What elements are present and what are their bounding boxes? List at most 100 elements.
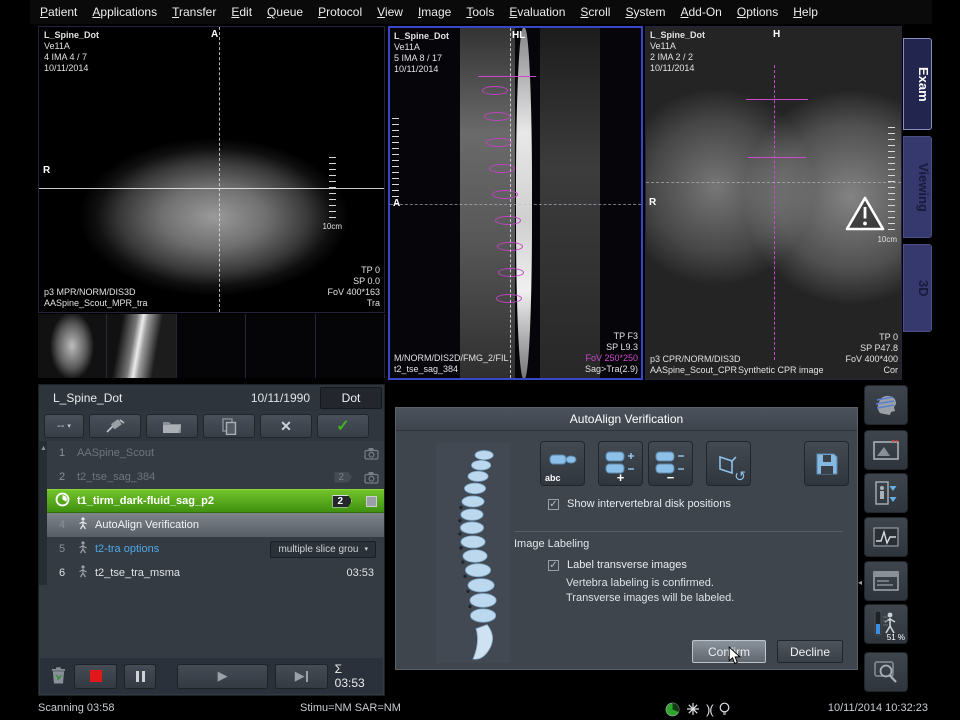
status-message-1: Vertebra labeling is confirmed. xyxy=(566,577,714,589)
table-position-button[interactable] xyxy=(864,473,908,513)
checkbox-label: Label transverse images xyxy=(567,559,687,571)
apply-confirm-button[interactable]: ✓ xyxy=(317,414,369,438)
total-scan-time: Σ 03:53 xyxy=(335,662,373,690)
viewport-sagittal[interactable]: L_Spine_DotVe11A5 IMA 8 / 1710/11/2014 H… xyxy=(388,26,643,380)
menu-patient[interactable]: Patient xyxy=(40,5,77,19)
thumbnail-1[interactable] xyxy=(38,314,107,378)
menu-help[interactable]: Help xyxy=(793,5,818,19)
physio-signal-button[interactable] xyxy=(864,517,908,557)
remove-vertebra-button[interactable]: − xyxy=(648,441,693,486)
menu-tools[interactable]: Tools xyxy=(466,5,494,19)
pending-person-icon xyxy=(77,565,95,581)
disk-overlay xyxy=(496,294,522,303)
copy-reference-button[interactable] xyxy=(203,414,255,438)
trash-icon[interactable] xyxy=(50,666,67,686)
step-number: 5 xyxy=(47,543,77,555)
disk-overlay xyxy=(492,190,518,199)
image-text-bottomleft: M/NORM/DIS2D/FMG_2/FILt2_tse_sag_384 xyxy=(394,353,509,375)
thumbnail-4[interactable] xyxy=(246,314,315,378)
reference-vertical-line[interactable] xyxy=(510,28,511,378)
thumbnail-3[interactable] xyxy=(177,314,246,378)
image-text-bottomleft: p3 MPR/NORM/DIS3DAASpine_Scout_MPR_tra xyxy=(44,287,148,309)
syringe-icon xyxy=(105,418,125,434)
protocol-row-2[interactable]: 2 t2_tse_sag_384 2 xyxy=(47,465,384,489)
step-number: 4 xyxy=(47,519,77,531)
add-vertebra-button[interactable]: + xyxy=(598,441,643,486)
reference-horizontal-line[interactable] xyxy=(390,204,641,205)
menu-transfer[interactable]: Transfer xyxy=(172,5,216,19)
slice-group-dropdown[interactable]: multiple slice grou ▾ xyxy=(270,541,376,558)
scale-label: 10cm xyxy=(322,222,342,231)
undo-icon: ↺ xyxy=(734,468,746,485)
thumbnail-strip xyxy=(38,314,385,378)
pause-scan-button[interactable] xyxy=(124,664,156,689)
crosshair-vertical-line[interactable] xyxy=(219,27,220,312)
image-labeling-heading: Image Labeling xyxy=(514,538,589,550)
scanning-status: Scanning 03:58 xyxy=(38,702,114,714)
skip-scan-button[interactable]: ▶ xyxy=(275,664,328,689)
worklist-combo-button[interactable]: -- ▾ xyxy=(44,414,84,438)
menu-queue[interactable]: Queue xyxy=(267,5,303,19)
menu-addon[interactable]: Add-On xyxy=(680,5,721,19)
head-coil-icon xyxy=(873,392,899,418)
cancel-measurement-button[interactable]: ✕ xyxy=(260,414,312,438)
checkbox-checked-icon[interactable]: ✓ xyxy=(548,499,559,510)
protocol-row-1[interactable]: 1 AASpine_Scout xyxy=(47,441,384,465)
menu-options[interactable]: Options xyxy=(737,5,778,19)
menu-applications[interactable]: Applications xyxy=(92,5,157,19)
spinal-canal-band xyxy=(516,28,532,378)
layout-icon xyxy=(873,571,899,591)
disk-overlay xyxy=(482,86,508,95)
menu-system[interactable]: System xyxy=(625,5,665,19)
cpr-centerline xyxy=(774,65,775,360)
search-document-button[interactable] xyxy=(864,652,908,692)
caret-left-icon: ◂ xyxy=(858,578,862,587)
menu-view[interactable]: View xyxy=(377,5,403,19)
open-patient-browser-button[interactable] xyxy=(146,414,198,438)
pause-checkbox[interactable] xyxy=(358,496,384,507)
viewport-coronal-cpr[interactable]: L_Spine_DotVe11A2 IMA 2 / 210/11/2014 H … xyxy=(645,26,902,380)
vertebra-icon xyxy=(548,453,578,475)
protocol-row-6[interactable]: 6 t2_tse_tra_msma 03:53 xyxy=(47,561,384,585)
menu-scroll[interactable]: Scroll xyxy=(580,5,610,19)
viewport-axial-scout[interactable]: L_Spine_DotVe11A4 IMA 4 / 710/11/2014 A … xyxy=(38,26,385,313)
stimulation-sar-status: Stimu=NM SAR=NM xyxy=(300,702,401,714)
edit-vertebra-label-button[interactable]: abc xyxy=(540,441,585,486)
play-icon: ▶ xyxy=(218,668,228,684)
dot-engine-button[interactable]: Dot xyxy=(320,387,382,409)
protocol-row-3-running[interactable]: t1_tirm_dark-fluid_sag_p2 2 xyxy=(47,489,384,513)
decline-button[interactable]: Decline xyxy=(777,640,843,663)
tab-3d[interactable]: 3D xyxy=(903,244,932,332)
layout-panel-button[interactable]: ◂ xyxy=(864,561,908,601)
undo-flip-button[interactable]: ↺ xyxy=(706,441,751,486)
stop-icon xyxy=(90,670,102,682)
stop-scan-button[interactable] xyxy=(74,664,117,689)
image-text-bottomcenter: Synthetic CPR image xyxy=(738,365,824,376)
confirm-button[interactable]: Confirm xyxy=(692,640,766,663)
image-display-button[interactable] xyxy=(864,430,908,470)
step-name: t2_tse_tra_msma xyxy=(95,567,346,579)
sar-level-button[interactable]: 51 % xyxy=(864,604,908,644)
save-button[interactable] xyxy=(804,441,849,486)
tab-viewing[interactable]: Viewing xyxy=(903,136,932,238)
head-coil-status-button[interactable] xyxy=(864,385,908,425)
menu-protocol[interactable]: Protocol xyxy=(318,5,362,19)
tab-exam[interactable]: Exam xyxy=(903,38,932,130)
protocol-row-5[interactable]: 5 t2-tra options multiple slice grou ▾ xyxy=(47,537,384,561)
status-message-2: Transverse images will be labeled. xyxy=(566,592,734,604)
start-scan-button[interactable]: ▶ xyxy=(177,664,267,689)
contrast-injection-button[interactable] xyxy=(89,414,141,438)
thumbnail-5[interactable] xyxy=(316,314,385,378)
list-scrollbar[interactable]: ▲ xyxy=(39,441,47,585)
orientation-marker-left: A xyxy=(393,198,400,209)
step-name: t1_tirm_dark-fluid_sag_p2 xyxy=(77,495,332,507)
disk-overlay xyxy=(495,216,521,225)
protocol-row-4-selected[interactable]: 4 AutoAlign Verification xyxy=(47,513,384,537)
menu-edit[interactable]: Edit xyxy=(231,5,252,19)
thumbnail-2[interactable] xyxy=(107,314,176,378)
checkbox-checked-icon[interactable]: ✓ xyxy=(548,560,559,571)
menu-image[interactable]: Image xyxy=(418,5,451,19)
plus-icon: + xyxy=(617,471,625,484)
menu-evaluation[interactable]: Evaluation xyxy=(509,5,565,19)
reference-horizontal-line[interactable] xyxy=(646,182,901,183)
